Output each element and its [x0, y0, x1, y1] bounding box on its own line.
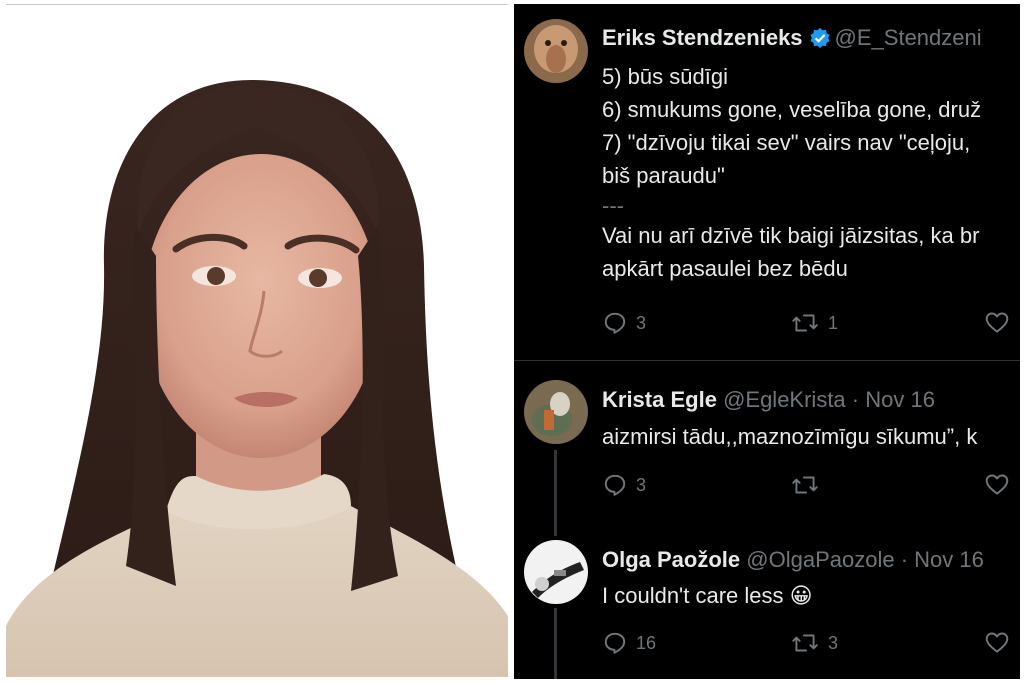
reply-count: 3 [636, 312, 647, 333]
retweet-icon [792, 314, 818, 332]
divider [514, 360, 1020, 361]
tweet-body: 5) būs sūdīgi 6) smukums gone, veselība … [602, 60, 981, 285]
author-name[interactable]: Krista Egle [602, 387, 717, 412]
retweet-icon [792, 634, 818, 652]
tweet-header: Eriks Stendzenieks @E_Stendzeni [602, 24, 982, 56]
tweet-line: biš paraudu" [602, 163, 725, 188]
top-border [6, 4, 508, 5]
tweet-line: I couldn't care less 😀 [602, 583, 813, 608]
author-name[interactable]: Eriks Stendzenieks [602, 25, 803, 50]
tweet-line: 5) būs sūdīgi [602, 64, 728, 89]
tweet-line: Vai nu arī dzīvē tik baigi jāizsitas, ka… [602, 223, 980, 248]
retweet-count: 1 [828, 312, 839, 333]
retweet-button[interactable] [790, 472, 828, 498]
author-handle[interactable]: @OlgaPaozole [746, 547, 894, 572]
verified-badge-icon [809, 27, 831, 56]
tweet-line: apkārt pasaulei bez bēdu [602, 256, 848, 281]
reply-count: 3 [636, 474, 647, 495]
tweet-actions: 3 1 [602, 310, 1020, 340]
tweet-actions: 3 [602, 472, 1020, 502]
reply-button[interactable]: 3 [602, 472, 646, 498]
tweet-body: aizmirsi tādu,,maznozīmīgu sīkumu”, k [602, 420, 977, 453]
like-icon [985, 632, 1009, 653]
tweet-line: aizmirsi tādu,,maznozīmīgu sīkumu”, k [602, 424, 978, 449]
tweet-actions: 16 3 [602, 630, 1020, 660]
tweet-line: 6) smukums gone, veselība gone, druž [602, 97, 982, 122]
portrait-photo [6, 6, 508, 677]
like-icon [985, 474, 1009, 495]
author-handle[interactable]: @EgleKrista [723, 387, 846, 412]
reply-button[interactable]: 16 [602, 630, 656, 656]
thread-connector [554, 450, 557, 536]
reply-icon [604, 632, 626, 654]
tweet-header: Olga Paožole @OlgaPaozole · Nov 16 [602, 546, 984, 574]
tweet-date[interactable]: · Nov 16 [901, 547, 984, 572]
reply-button[interactable]: 3 [602, 310, 646, 336]
tweet-date[interactable]: · Nov 16 [852, 387, 935, 412]
tweet-thread-panel: Eriks Stendzenieks @E_Stendzeni 5) būs sū… [514, 4, 1020, 679]
author-handle[interactable]: @E_Stendzeni [835, 25, 982, 50]
avatar[interactable] [524, 540, 588, 604]
retweet-button[interactable]: 3 [790, 630, 838, 656]
reply-count: 16 [636, 632, 657, 653]
tweet-separator: --- [602, 193, 624, 218]
reply-icon [604, 312, 626, 334]
tweet-body: I couldn't care less 😀 [602, 579, 813, 612]
tweet-header: Krista Egle @EgleKrista · Nov 16 [602, 386, 935, 414]
like-icon [985, 312, 1009, 333]
like-button[interactable] [984, 472, 1018, 498]
avatar[interactable] [524, 380, 588, 444]
retweet-button[interactable]: 1 [790, 310, 838, 336]
like-button[interactable] [984, 630, 1018, 656]
tweet-line: 7) "dzīvoju tikai sev" vairs nav "ceļoju… [602, 130, 971, 155]
thread-connector [554, 608, 557, 679]
retweet-icon [792, 476, 818, 494]
retweet-count: 3 [828, 632, 839, 653]
like-button[interactable] [984, 310, 1018, 336]
reply-icon [604, 474, 626, 496]
author-name[interactable]: Olga Paožole [602, 547, 740, 572]
avatar[interactable] [524, 19, 588, 83]
